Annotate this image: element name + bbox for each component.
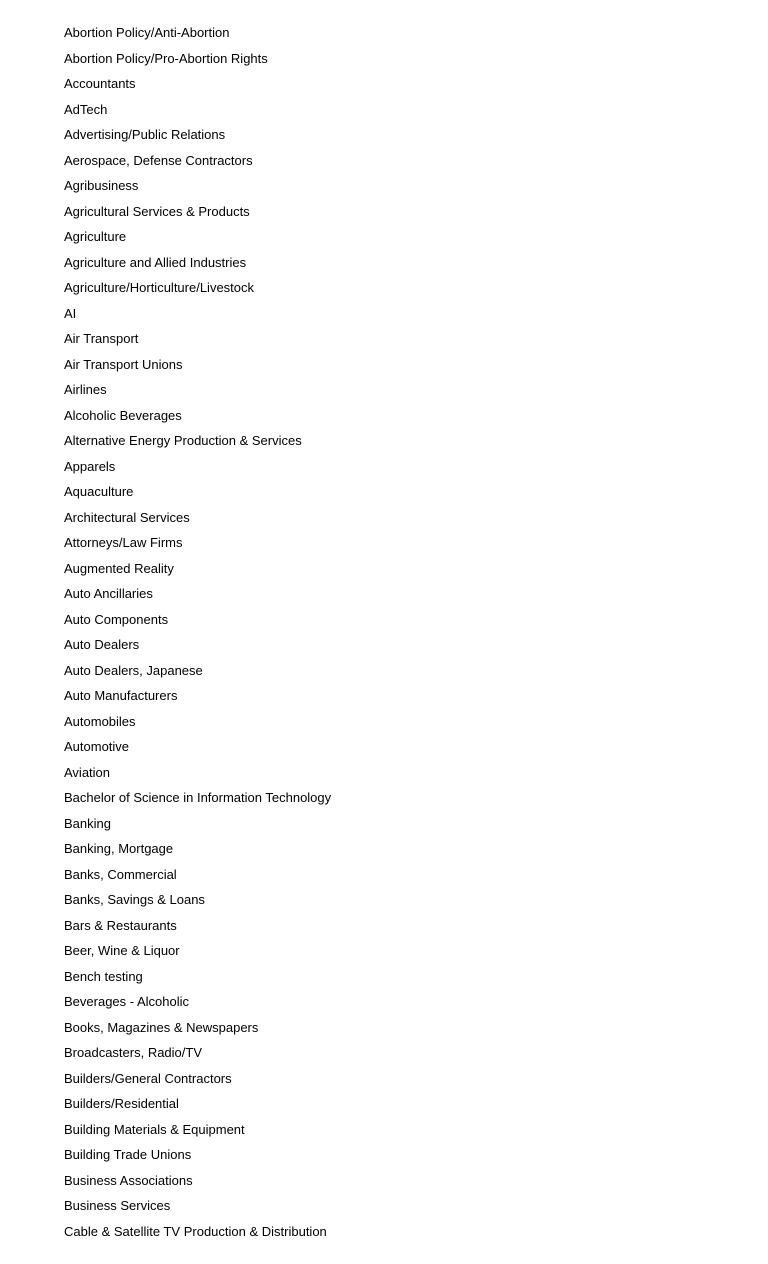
list-item[interactable]: Books, Magazines & Newspapers — [64, 1015, 704, 1041]
list-item[interactable]: Business Associations — [64, 1168, 704, 1194]
list-item[interactable]: AdTech — [64, 97, 704, 123]
list-item[interactable]: Cable & Satellite TV Production & Distri… — [64, 1219, 704, 1245]
list-item[interactable]: Air Transport — [64, 326, 704, 352]
list-item[interactable]: Air Transport Unions — [64, 352, 704, 378]
list-item[interactable]: Banks, Savings & Loans — [64, 887, 704, 913]
list-item[interactable]: Advertising/Public Relations — [64, 122, 704, 148]
list-item[interactable]: Broadcasters, Radio/TV — [64, 1040, 704, 1066]
industry-list: Abortion Policy/Anti-AbortionAbortion Po… — [64, 20, 704, 1244]
list-item[interactable]: Agribusiness — [64, 173, 704, 199]
list-item[interactable]: Bench testing — [64, 964, 704, 990]
list-item[interactable]: Bachelor of Science in Information Techn… — [64, 785, 704, 811]
list-item[interactable]: Auto Manufacturers — [64, 683, 704, 709]
list-item[interactable]: Abortion Policy/Pro-Abortion Rights — [64, 46, 704, 72]
list-item[interactable]: Banking — [64, 811, 704, 837]
list-item[interactable]: Aerospace, Defense Contractors — [64, 148, 704, 174]
list-item[interactable]: Builders/General Contractors — [64, 1066, 704, 1092]
list-item[interactable]: Agriculture and Allied Industries — [64, 250, 704, 276]
list-item[interactable]: Beverages - Alcoholic — [64, 989, 704, 1015]
list-item[interactable]: Alternative Energy Production & Services — [64, 428, 704, 454]
list-item[interactable]: Alcoholic Beverages — [64, 403, 704, 429]
list-item[interactable]: Accountants — [64, 71, 704, 97]
list-item[interactable]: Apparels — [64, 454, 704, 480]
list-item[interactable]: Automobiles — [64, 709, 704, 735]
list-item[interactable]: Auto Dealers, Japanese — [64, 658, 704, 684]
list-item[interactable]: Agriculture/Horticulture/Livestock — [64, 275, 704, 301]
list-item[interactable]: Banking, Mortgage — [64, 836, 704, 862]
list-item[interactable]: AI — [64, 301, 704, 327]
list-item[interactable]: Automotive — [64, 734, 704, 760]
list-item[interactable]: Auto Components — [64, 607, 704, 633]
list-item[interactable]: Bars & Restaurants — [64, 913, 704, 939]
list-item[interactable]: Auto Ancillaries — [64, 581, 704, 607]
list-item[interactable]: Banks, Commercial — [64, 862, 704, 888]
list-item[interactable]: Agriculture — [64, 224, 704, 250]
list-item[interactable]: Aviation — [64, 760, 704, 786]
list-item[interactable]: Agricultural Services & Products — [64, 199, 704, 225]
list-item[interactable]: Beer, Wine & Liquor — [64, 938, 704, 964]
list-item[interactable]: Building Materials & Equipment — [64, 1117, 704, 1143]
list-item[interactable]: Abortion Policy/Anti-Abortion — [64, 20, 704, 46]
list-item[interactable]: Architectural Services — [64, 505, 704, 531]
list-item[interactable]: Attorneys/Law Firms — [64, 530, 704, 556]
list-item[interactable]: Aquaculture — [64, 479, 704, 505]
list-item[interactable]: Airlines — [64, 377, 704, 403]
list-item[interactable]: Augmented Reality — [64, 556, 704, 582]
list-item[interactable]: Building Trade Unions — [64, 1142, 704, 1168]
list-item[interactable]: Builders/Residential — [64, 1091, 704, 1117]
list-item[interactable]: Auto Dealers — [64, 632, 704, 658]
list-item[interactable]: Business Services — [64, 1193, 704, 1219]
